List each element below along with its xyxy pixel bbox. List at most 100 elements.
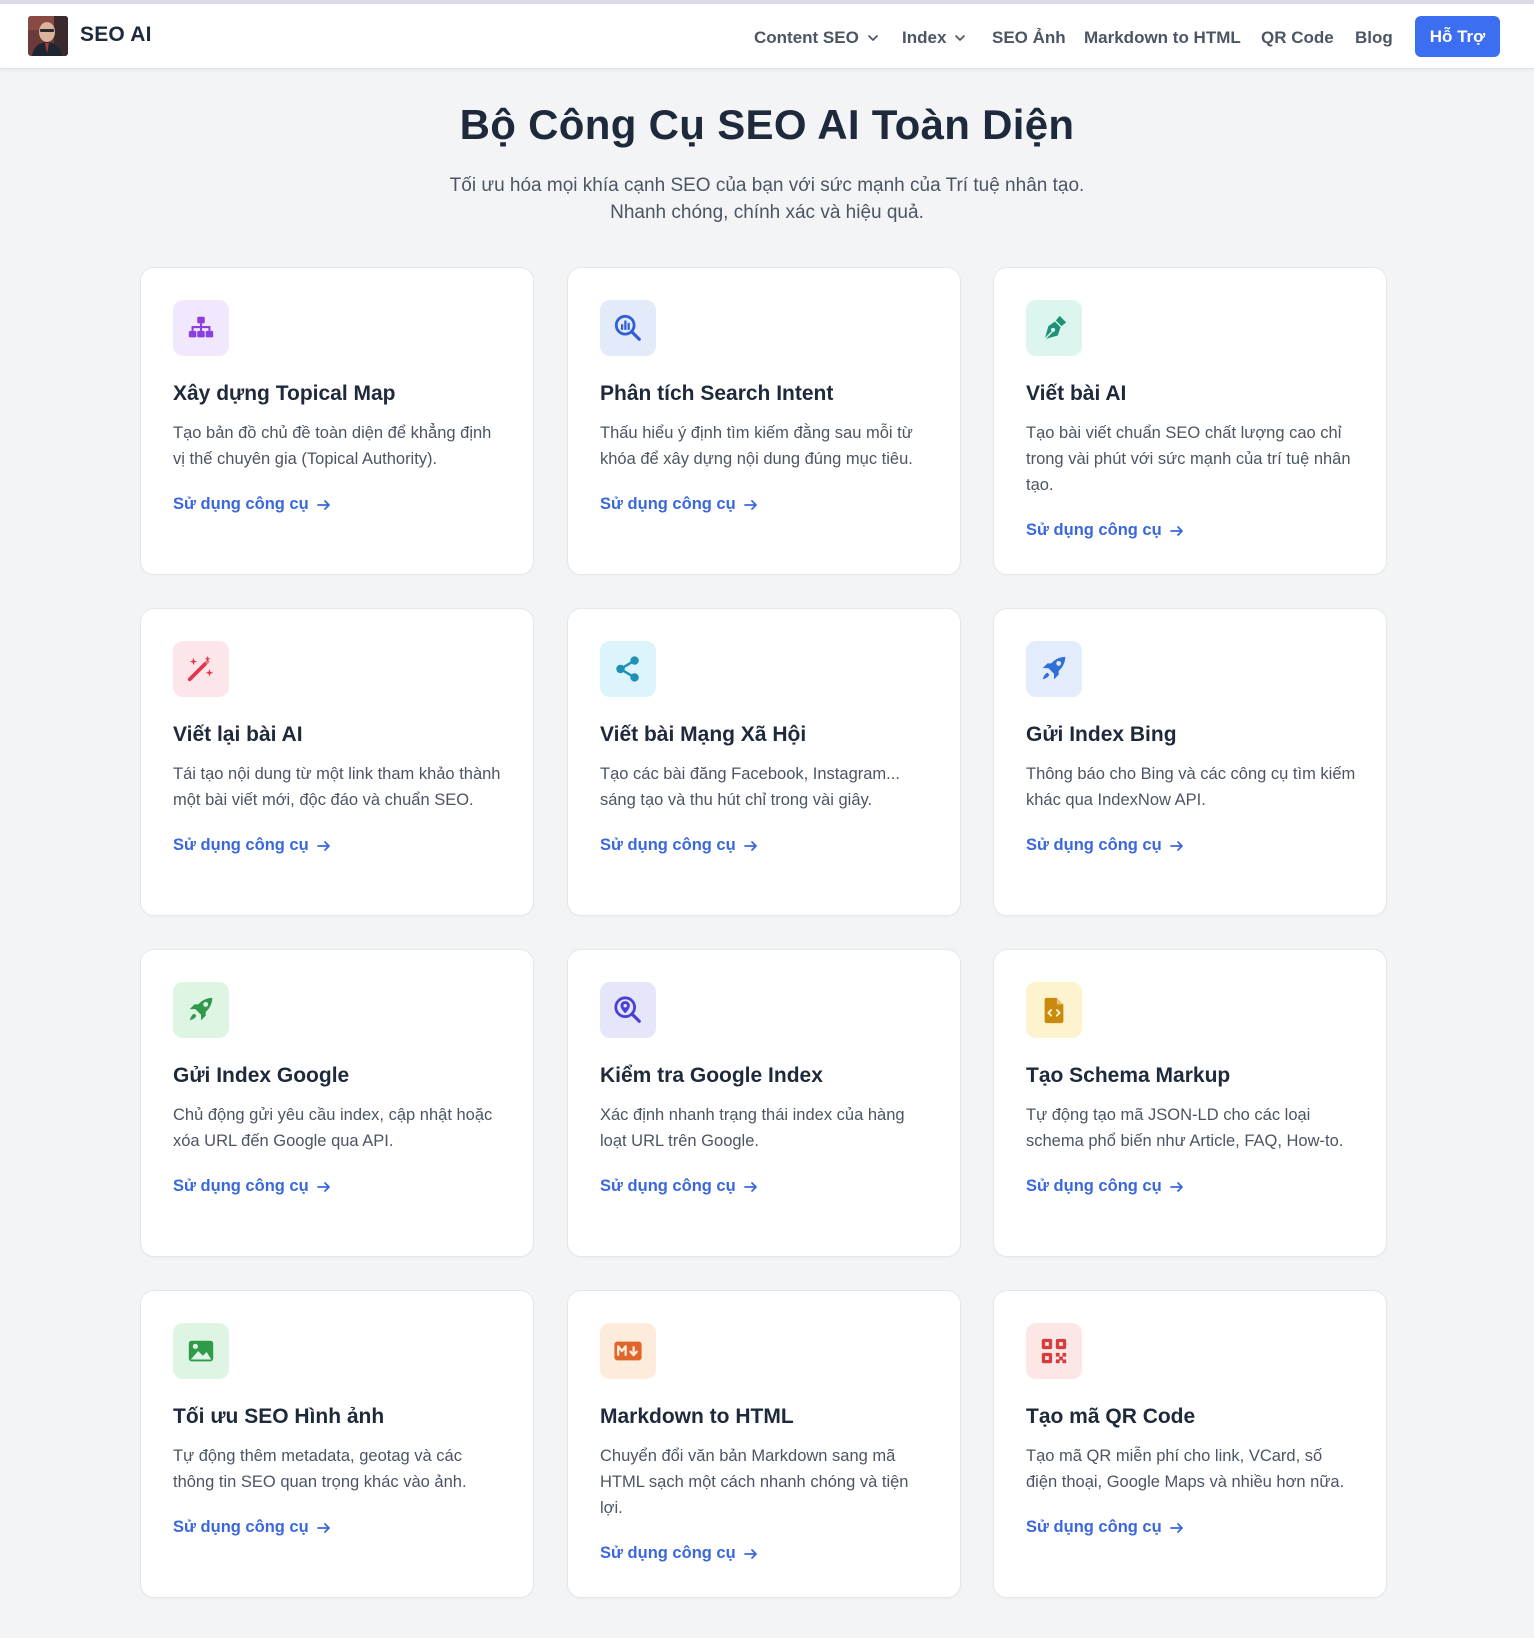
markdown-icon xyxy=(600,1323,656,1379)
use-tool-link[interactable]: Sử dụng công cụ xyxy=(600,1177,759,1196)
tool-description: Tạo bài viết chuẩn SEO chất lượng cao ch… xyxy=(1026,424,1351,494)
tool-card[interactable]: Gửi Index Google Chủ động gửi yêu cầu ind… xyxy=(140,949,534,1257)
tool-title: Phân tích Search Intent xyxy=(600,382,834,405)
tool-title: Tạo Schema Markup xyxy=(1026,1064,1231,1087)
tool-title: Viết bài Mạng Xã Hội xyxy=(600,723,807,746)
tool-card[interactable]: Gửi Index Bing Thông báo cho Bing và các … xyxy=(993,608,1387,916)
support-button[interactable]: Hỗ Trợ xyxy=(1415,16,1500,57)
use-tool-label: Sử dụng công cụ xyxy=(1026,1177,1162,1195)
tool-card[interactable]: Tạo mã QR Code Tạo mã QR miễn phí cho lin… xyxy=(993,1290,1387,1598)
use-tool-link[interactable]: Sử dụng công cụ xyxy=(600,836,759,855)
arrow-right-icon xyxy=(316,840,330,851)
pen-nib-icon xyxy=(1026,300,1082,356)
use-tool-label: Sử dụng công cụ xyxy=(173,836,309,854)
use-tool-label: Sử dụng công cụ xyxy=(600,495,736,513)
use-tool-label: Sử dụng công cụ xyxy=(1026,1518,1162,1536)
use-tool-link[interactable]: Sử dụng công cụ xyxy=(600,1544,759,1563)
nav-label: SEO Ảnh xyxy=(992,28,1066,47)
use-tool-link[interactable]: Sử dụng công cụ xyxy=(1026,1177,1185,1196)
use-tool-label: Sử dụng công cụ xyxy=(1026,521,1162,539)
nav-qr-code[interactable]: QR Code xyxy=(1261,28,1334,48)
nav-content-seo[interactable]: Content SEO xyxy=(754,28,881,48)
tool-description: Thông báo cho Bing và các công cụ tìm ki… xyxy=(1026,765,1356,809)
subtitle-line: Tối ưu hóa mọi khía cạnh SEO của bạn với… xyxy=(449,175,1085,196)
tool-description: Tự động tạo mã JSON-LD cho các loại sche… xyxy=(1026,1106,1344,1150)
nav-label: Blog xyxy=(1355,28,1393,47)
nav-label: Index xyxy=(902,28,947,47)
tool-description: Thấu hiểu ý định tìm kiếm đằng sau mỗi t… xyxy=(600,424,913,468)
chevron-down-icon xyxy=(955,35,966,41)
nav-seo-anh[interactable]: SEO Ảnh xyxy=(992,28,1066,48)
rocket-icon xyxy=(173,982,229,1038)
tool-title: Viết bài AI xyxy=(1026,382,1127,405)
tool-description: Xác định nhanh trạng thái index của hàng… xyxy=(600,1106,905,1150)
tool-card[interactable]: Viết lại bài AI Tái tạo nội dung từ một l… xyxy=(140,608,534,916)
arrow-right-icon xyxy=(1169,1181,1183,1192)
tool-card[interactable]: Kiểm tra Google Index Xác định nhanh trạn… xyxy=(567,949,961,1257)
use-tool-link[interactable]: Sử dụng công cụ xyxy=(173,836,332,855)
tool-title: Gửi Index Bing xyxy=(1026,723,1177,746)
tool-title: Tối ưu SEO Hình ảnh xyxy=(173,1405,385,1428)
top-navbar: SEO AI Content SEO Index SEO Ảnh Markdow… xyxy=(0,4,1534,69)
tool-description: Tự động thêm metadata, geotag và các thô… xyxy=(173,1447,467,1491)
page-title: Bộ Công Cụ SEO AI Toàn Diện xyxy=(459,101,1075,148)
search-chart-icon xyxy=(600,300,656,356)
chevron-down-icon xyxy=(867,35,878,41)
use-tool-label: Sử dụng công cụ xyxy=(173,495,309,513)
nav-index[interactable]: Index xyxy=(902,28,968,48)
qrcode-icon xyxy=(1026,1323,1082,1379)
use-tool-link[interactable]: Sử dụng công cụ xyxy=(600,495,759,514)
tool-card[interactable]: Tối ưu SEO Hình ảnh Tự động thêm metadata… xyxy=(140,1290,534,1598)
tool-title: Tạo mã QR Code xyxy=(1026,1405,1196,1428)
logo-avatar[interactable] xyxy=(28,16,68,56)
tool-description: Chuyển đổi văn bản Markdown sang mã HTML… xyxy=(600,1447,909,1517)
arrow-right-icon xyxy=(316,1522,330,1533)
tool-card[interactable]: Viết bài Mạng Xã Hội Tạo các bài đăng Fac… xyxy=(567,608,961,916)
arrow-right-icon xyxy=(1169,840,1183,851)
tool-title: Viết lại bài AI xyxy=(173,723,303,746)
tool-description: Tái tạo nội dung từ một link tham khảo t… xyxy=(173,765,501,809)
arrow-right-icon xyxy=(1169,525,1183,536)
use-tool-link[interactable]: Sử dụng công cụ xyxy=(173,495,332,514)
nav-blog[interactable]: Blog xyxy=(1355,28,1393,48)
tool-title: Markdown to HTML xyxy=(600,1405,794,1428)
use-tool-label: Sử dụng công cụ xyxy=(600,1177,736,1195)
search-location-icon xyxy=(600,982,656,1038)
magic-wand-icon xyxy=(173,641,229,697)
tool-title: Xây dựng Topical Map xyxy=(173,382,396,405)
rocket-icon xyxy=(1026,641,1082,697)
use-tool-link[interactable]: Sử dụng công cụ xyxy=(1026,1518,1185,1537)
nav-markdown-to-html[interactable]: Markdown to HTML xyxy=(1084,28,1241,48)
use-tool-link[interactable]: Sử dụng công cụ xyxy=(173,1177,332,1196)
share-icon xyxy=(600,641,656,697)
tool-title: Gửi Index Google xyxy=(173,1064,350,1087)
sitemap-icon xyxy=(173,300,229,356)
arrow-right-icon xyxy=(743,1548,757,1559)
tool-card[interactable]: Tạo Schema Markup Tự động tạo mã JSON-LD … xyxy=(993,949,1387,1257)
image-icon xyxy=(173,1323,229,1379)
tool-card[interactable]: Markdown to HTML Chuyển đổi văn bản Markd… xyxy=(567,1290,961,1598)
brand-name[interactable]: SEO AI xyxy=(80,23,152,47)
arrow-right-icon xyxy=(316,1181,330,1192)
tool-title: Kiểm tra Google Index xyxy=(600,1064,823,1087)
arrow-right-icon xyxy=(743,1181,757,1192)
use-tool-link[interactable]: Sử dụng công cụ xyxy=(1026,521,1185,540)
code-file-icon xyxy=(1026,982,1082,1038)
tool-card[interactable]: Phân tích Search Intent Thấu hiểu ý định … xyxy=(567,267,961,575)
tool-description: Tạo mã QR miễn phí cho link, VCard, số đ… xyxy=(1026,1447,1345,1491)
arrow-right-icon xyxy=(1169,1522,1183,1533)
nav-label: Content SEO xyxy=(754,28,859,47)
arrow-right-icon xyxy=(743,499,757,510)
use-tool-label: Sử dụng công cụ xyxy=(1026,836,1162,854)
tool-card[interactable]: Viết bài AI Tạo bài viết chuẩn SEO chất l… xyxy=(993,267,1387,575)
arrow-right-icon xyxy=(743,840,757,851)
tool-description: Chủ động gửi yêu cầu index, cập nhật hoặ… xyxy=(173,1106,493,1150)
arrow-right-icon xyxy=(316,499,330,510)
use-tool-label: Sử dụng công cụ xyxy=(173,1177,309,1195)
tool-card[interactable]: Xây dựng Topical Map Tạo bản đồ chủ đề to… xyxy=(140,267,534,575)
use-tool-label: Sử dụng công cụ xyxy=(600,836,736,854)
nav-label: QR Code xyxy=(1261,28,1334,47)
nav-label: Markdown to HTML xyxy=(1084,28,1241,47)
use-tool-link[interactable]: Sử dụng công cụ xyxy=(173,1518,332,1537)
use-tool-link[interactable]: Sử dụng công cụ xyxy=(1026,836,1185,855)
